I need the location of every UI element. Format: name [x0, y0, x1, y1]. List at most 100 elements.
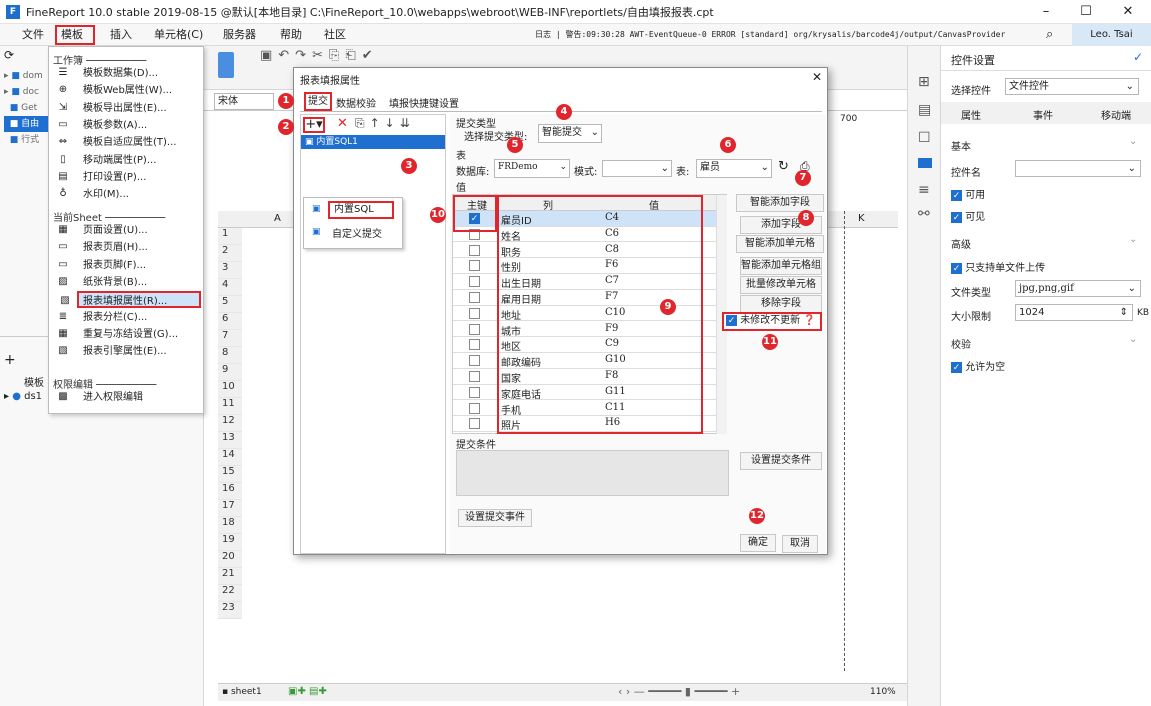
table-row[interactable]: 职务 C8: [453, 243, 716, 259]
table-row[interactable]: 照片 H6: [453, 416, 716, 432]
menu-file[interactable]: 文件: [18, 24, 48, 46]
tab-shortcut[interactable]: 填报快捷键设置: [389, 95, 459, 110]
col-a[interactable]: A: [274, 213, 281, 224]
add-submit-button[interactable]: +▾: [303, 117, 325, 133]
tab-events[interactable]: 事件: [1033, 107, 1053, 122]
row-header[interactable]: 3: [218, 262, 242, 279]
menu-item-a-0[interactable]: ☰ 模板数据集(D)...: [49, 65, 203, 82]
table-row[interactable]: 姓名 C6: [453, 227, 716, 243]
table-row[interactable]: 性别 F6: [453, 258, 716, 274]
smart-add-cell-button[interactable]: 智能添加单元格: [736, 235, 824, 253]
condition-icon[interactable]: ≡: [918, 182, 930, 198]
menu-item-b-6[interactable]: ▦ 重复与冻结设置(G)...: [49, 326, 203, 343]
tree-item[interactable]: ▸ ■ doc: [4, 84, 50, 100]
menu-item-b-0[interactable]: ▦ 页面设置(U)...: [49, 222, 203, 239]
remove-field-button[interactable]: 移除字段: [740, 295, 822, 313]
row-header[interactable]: 23: [218, 602, 242, 619]
dialog-close-button[interactable]: ✕: [812, 70, 822, 84]
widget-type-select[interactable]: 文件控件 ⌄: [1005, 78, 1139, 95]
row-header[interactable]: 8: [218, 347, 242, 364]
menu-insert[interactable]: 插入: [106, 24, 136, 46]
menu-item-a-7[interactable]: ♁ 水印(M)...: [49, 186, 203, 203]
tab-mobile[interactable]: 移动端: [1101, 107, 1131, 122]
row-header[interactable]: 1: [218, 228, 242, 245]
value-cell[interactable]: C10: [605, 307, 625, 318]
row-header[interactable]: 19: [218, 534, 242, 551]
dataset-item[interactable]: ▸ ● ds1: [4, 391, 42, 402]
section-advanced[interactable]: 高级: [951, 236, 971, 251]
minimize-button[interactable]: –: [1026, 0, 1066, 24]
tab-attributes[interactable]: 属性: [961, 107, 981, 122]
table-row[interactable]: 家庭电话 G11: [453, 385, 716, 401]
menu-item-a-2[interactable]: ⇲ 模板导出属性(E)...: [49, 100, 203, 117]
row-header[interactable]: 6: [218, 313, 242, 330]
widget-icon[interactable]: ☐: [918, 130, 931, 146]
add-sheet-icon[interactable]: ▣✚ ▤✚: [288, 686, 327, 697]
row-header[interactable]: 7: [218, 330, 242, 347]
refresh-icon[interactable]: ↻: [778, 159, 789, 174]
submit-item[interactable]: ▣ 内置SQL1: [301, 135, 445, 149]
menu-item-b-5[interactable]: ≣ 报表分栏(C)...: [49, 309, 203, 326]
menu-item-c-0[interactable]: ▩ 进入权限编辑: [49, 389, 203, 406]
row-header[interactable]: 11: [218, 398, 242, 415]
row-header[interactable]: 18: [218, 517, 242, 534]
menu-item-a-1[interactable]: ⊕ 模板Web属性(W)...: [49, 82, 203, 99]
log-status[interactable]: 日志 | 警告:09:30:28 AWT-EventQueue-0 ERROR …: [531, 24, 1031, 46]
chevron-down-icon[interactable]: ⌄: [1129, 234, 1137, 245]
table-row[interactable]: 手机 C11: [453, 401, 716, 417]
value-cell[interactable]: C4: [605, 212, 619, 223]
value-cell[interactable]: C11: [605, 402, 625, 413]
menu-item-b-3[interactable]: ▨ 纸张背景(B)...: [49, 274, 203, 291]
row-header[interactable]: 17: [218, 500, 242, 517]
value-cell[interactable]: C7: [605, 275, 619, 286]
menu-cell[interactable]: 单元格(C): [150, 24, 207, 46]
table-select[interactable]: 雇员 ⌄: [696, 159, 772, 178]
visible-checkbox[interactable]: ✓ 可见: [951, 208, 985, 223]
table-row[interactable]: ✓ 雇员ID C4: [453, 211, 716, 227]
table-row[interactable]: 地区 C9: [453, 337, 716, 353]
table-row[interactable]: 国家 F8: [453, 369, 716, 385]
smart-add-field-button[interactable]: 智能添加字段: [736, 194, 824, 212]
table-row[interactable]: 出生日期 C7: [453, 274, 716, 290]
condition-area[interactable]: [456, 450, 729, 496]
database-select[interactable]: FRDemo ⌄: [494, 159, 570, 178]
set-condition-button[interactable]: 设置提交条件: [740, 452, 822, 470]
row-header[interactable]: 5: [218, 296, 242, 313]
section-basic[interactable]: 基本: [951, 138, 971, 153]
style-icon[interactable]: ▤: [918, 102, 931, 118]
popup-custom-submit[interactable]: 自定义提交: [332, 225, 382, 240]
tab-submit[interactable]: 提交: [304, 92, 332, 111]
menu-item-b-7[interactable]: ▧ 报表引擎属性(E)...: [49, 343, 203, 360]
list-tools[interactable]: ⎘↑↓⇊: [355, 116, 415, 131]
chevron-down-icon[interactable]: ⌄: [1129, 334, 1137, 345]
value-cell[interactable]: F6: [605, 259, 618, 270]
menu-item-b-4[interactable]: ▧ 报表填报属性(R)...: [60, 291, 201, 309]
row-header[interactable]: 20: [218, 551, 242, 568]
table-row[interactable]: 雇用日期 F7: [453, 290, 716, 306]
menu-help[interactable]: 帮助: [276, 24, 306, 46]
section-verify[interactable]: 校验: [951, 336, 971, 351]
row-header[interactable]: 16: [218, 483, 242, 500]
row-header[interactable]: 22: [218, 585, 242, 602]
edit-icon[interactable]: ✓: [1133, 50, 1143, 64]
menu-item-a-5[interactable]: ▯ 移动端属性(P)...: [49, 152, 203, 169]
menu-item-a-3[interactable]: ▭ 模板参数(A)...: [49, 117, 203, 134]
allow-empty-checkbox[interactable]: ✓ 允许为空: [951, 358, 1005, 373]
ok-button[interactable]: 确定: [740, 534, 776, 552]
col-k[interactable]: K: [858, 213, 865, 224]
maximize-button[interactable]: ☐: [1066, 0, 1106, 24]
single-upload-checkbox[interactable]: ✓ 只支持单文件上传: [951, 259, 1045, 274]
size-limit-input[interactable]: 1024 ⇕: [1015, 304, 1133, 321]
delete-icon[interactable]: ✕: [337, 116, 348, 131]
refresh-icon[interactable]: ⟳: [4, 48, 14, 62]
menu-community[interactable]: 社区: [320, 24, 350, 46]
row-header[interactable]: 15: [218, 466, 242, 483]
value-cell[interactable]: G10: [605, 354, 626, 365]
cell-attr-icon[interactable]: ⊞: [918, 74, 930, 90]
set-event-button[interactable]: 设置提交事件: [458, 509, 532, 527]
value-cell[interactable]: C6: [605, 228, 619, 239]
menu-template[interactable]: 模板: [55, 25, 95, 45]
add-dataset-icon[interactable]: +: [4, 352, 16, 368]
cancel-button[interactable]: 取消: [782, 535, 818, 553]
value-cell[interactable]: H6: [605, 417, 620, 428]
